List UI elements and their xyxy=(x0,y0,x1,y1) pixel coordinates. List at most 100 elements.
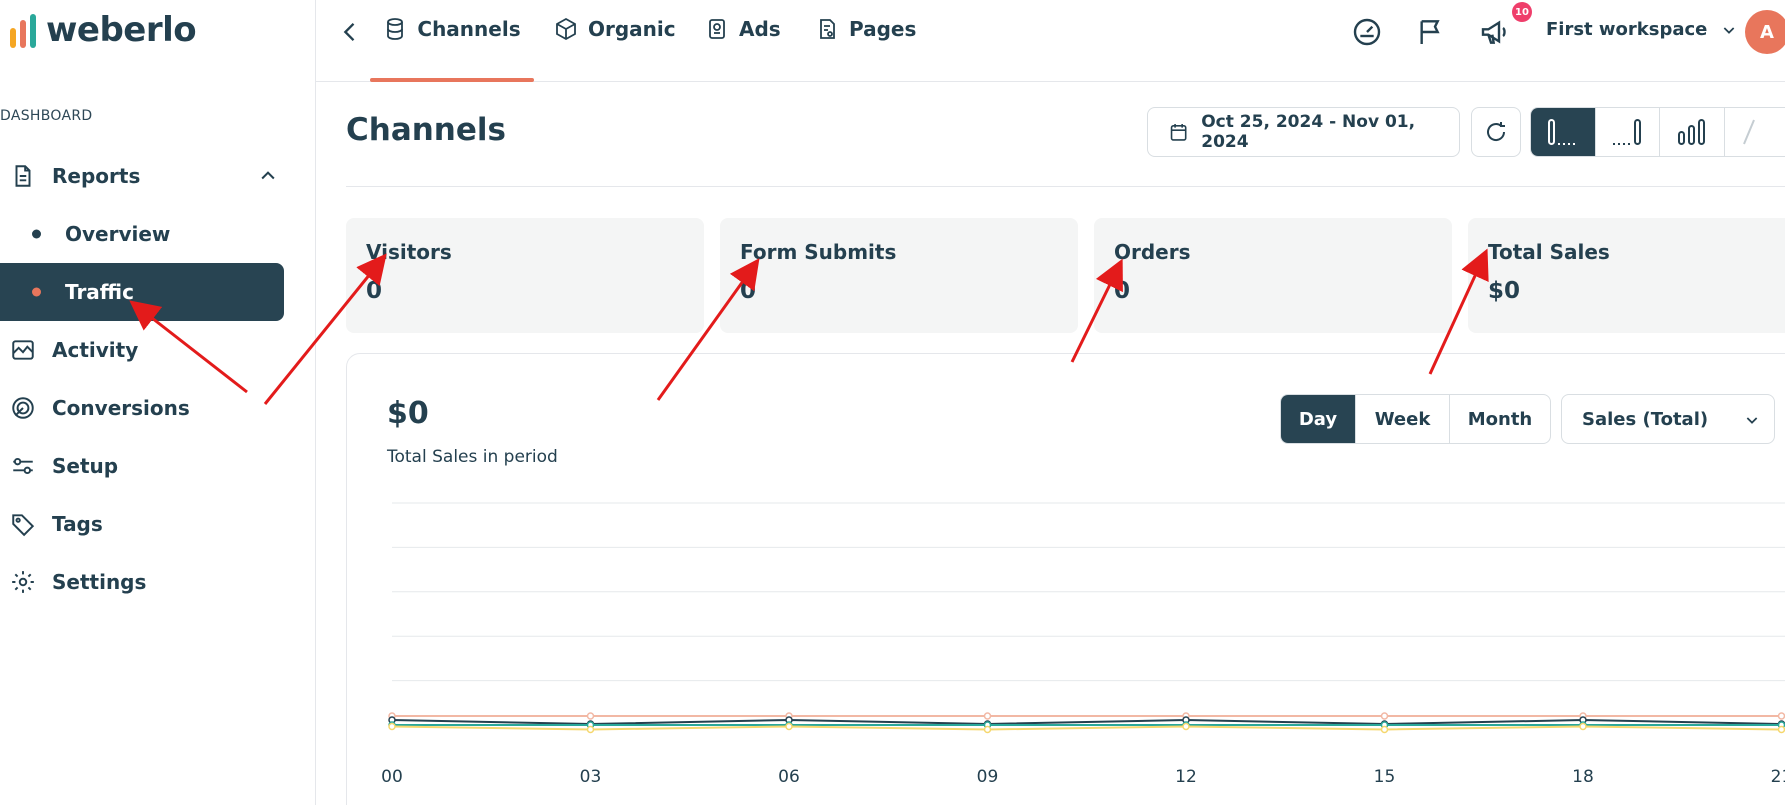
calendar-icon xyxy=(1170,124,1187,141)
data-point xyxy=(1579,722,1587,731)
period-month-button[interactable]: Month xyxy=(1450,395,1550,443)
top-navigation: Channels Organic Ads Pages xyxy=(316,0,1785,82)
view-last-bar-button[interactable] xyxy=(1596,108,1661,156)
metric-label: Total Sales xyxy=(1488,240,1610,264)
metric-label: Orders xyxy=(1114,240,1191,264)
chevron-down-icon xyxy=(1724,26,1735,34)
sidebar-nav: Reports Overview Traffic Activity Conver… xyxy=(0,147,316,611)
sales-line-chart: 00 03 06 09 12 15 18 21 xyxy=(381,502,1785,787)
series-line xyxy=(391,718,1782,726)
sidebar-item-label: Setup xyxy=(52,454,119,478)
sidebar-subitem-traffic[interactable]: Traffic xyxy=(0,263,284,321)
data-point xyxy=(983,712,992,720)
date-range-picker[interactable]: Oct 25, 2024 - Nov 01, 2024 xyxy=(1147,107,1460,157)
sidebar-item-reports[interactable]: Reports xyxy=(0,147,316,205)
refresh-icon xyxy=(1487,122,1506,141)
chevron-down-icon xyxy=(1746,417,1758,424)
chart-line-icon xyxy=(12,340,34,360)
data-point xyxy=(586,712,595,720)
view-line-button[interactable] xyxy=(1725,108,1785,156)
megaphone-icon[interactable] xyxy=(1479,16,1511,48)
sidebar-item-label: Reports xyxy=(52,164,141,188)
chevron-up-icon[interactable] xyxy=(258,166,278,186)
bullet-icon xyxy=(32,229,41,239)
workspace-selector[interactable]: First workspace xyxy=(1546,19,1737,40)
date-range-label: Oct 25, 2024 - Nov 01, 2024 xyxy=(1201,112,1416,152)
x-tick-label: 03 xyxy=(580,767,602,787)
sidebar-item-setup[interactable]: Setup xyxy=(0,437,316,495)
tab-organic[interactable]: Organic xyxy=(554,0,676,82)
page-icon xyxy=(820,19,835,39)
tab-label: Channels xyxy=(417,17,521,41)
tab-ads[interactable]: Ads xyxy=(705,0,781,82)
metric-label: Form Submits xyxy=(740,240,897,264)
metric-card-visitors[interactable]: Visitors 0 xyxy=(346,218,704,333)
tab-label: Organic xyxy=(588,17,676,41)
tag-icon xyxy=(12,514,35,537)
chevron-left-icon[interactable] xyxy=(336,18,364,46)
period-day-button[interactable]: Day xyxy=(1281,395,1356,443)
data-point xyxy=(1380,725,1389,734)
tab-channels[interactable]: Channels xyxy=(370,0,534,82)
flag-icon[interactable] xyxy=(1415,16,1447,48)
bar-first-icon xyxy=(1547,119,1575,145)
view-first-bar-button[interactable] xyxy=(1531,108,1596,156)
data-point xyxy=(1777,712,1785,720)
x-tick-label: 12 xyxy=(1175,767,1197,787)
metric-card-total-sales[interactable]: Total Sales $0 xyxy=(1468,218,1785,333)
x-tick-label: 09 xyxy=(977,767,999,787)
data-point xyxy=(983,725,992,734)
data-point xyxy=(1777,725,1785,734)
total-sales-value: $0 xyxy=(387,396,429,431)
brand-logo[interactable]: weberlo xyxy=(10,10,197,50)
tab-label: Ads xyxy=(739,17,781,41)
data-point xyxy=(1182,722,1190,731)
metric-value: 0 xyxy=(366,278,383,304)
metric-select[interactable]: Sales (Total) xyxy=(1561,394,1775,444)
series-line xyxy=(391,725,1782,731)
sidebar-item-label: Activity xyxy=(52,338,139,362)
total-sales-caption: Total Sales in period xyxy=(387,447,558,467)
x-tick-label: 06 xyxy=(778,767,800,787)
gear-icon xyxy=(12,571,34,593)
document-icon xyxy=(15,165,31,187)
refresh-button[interactable] xyxy=(1471,107,1521,157)
metric-card-orders[interactable]: Orders 0 xyxy=(1094,218,1452,333)
metric-value: 0 xyxy=(1114,278,1131,304)
sidebar-item-activity[interactable]: Activity xyxy=(0,321,316,379)
header-divider xyxy=(346,186,1785,187)
data-point xyxy=(785,722,793,731)
tab-label: Pages xyxy=(849,17,917,41)
bar-last-icon xyxy=(1613,119,1642,145)
workspace-name: First workspace xyxy=(1546,19,1708,40)
sliders-icon xyxy=(13,457,33,475)
period-toggle: Day Week Month xyxy=(1280,394,1551,444)
logo-bars-icon xyxy=(10,12,36,48)
x-tick-label: 18 xyxy=(1572,767,1594,787)
view-bars-button[interactable] xyxy=(1660,108,1725,156)
data-point xyxy=(388,722,396,731)
avatar[interactable]: A xyxy=(1745,10,1785,54)
sidebar-item-tags[interactable]: Tags xyxy=(0,495,316,553)
period-week-button[interactable]: Week xyxy=(1356,395,1450,443)
gauge-icon[interactable] xyxy=(1351,16,1383,48)
tab-pages[interactable]: Pages xyxy=(815,0,916,82)
data-point xyxy=(1380,712,1389,720)
sidebar-subitem-overview[interactable]: Overview xyxy=(0,205,316,263)
sidebar-item-settings[interactable]: Settings xyxy=(0,553,316,611)
metric-card-form-submits[interactable]: Form Submits 0 xyxy=(720,218,1078,333)
sidebar: weberlo DASHBOARD Reports Overview Traff… xyxy=(0,0,316,805)
sidebar-item-label: Settings xyxy=(52,570,147,594)
metric-value: 0 xyxy=(740,278,757,304)
bullet-icon xyxy=(32,287,41,297)
data-point xyxy=(586,725,595,734)
section-label: DASHBOARD xyxy=(0,108,93,124)
bar-chart-icon xyxy=(1677,119,1705,145)
view-mode-toggle xyxy=(1530,107,1785,157)
sidebar-item-label: Tags xyxy=(52,512,103,536)
metric-label: Visitors xyxy=(366,240,452,264)
x-tick-label: 15 xyxy=(1374,767,1396,787)
database-icon xyxy=(387,18,404,40)
sidebar-subitem-label: Traffic xyxy=(65,280,134,304)
sidebar-item-conversions[interactable]: Conversions xyxy=(0,379,316,437)
